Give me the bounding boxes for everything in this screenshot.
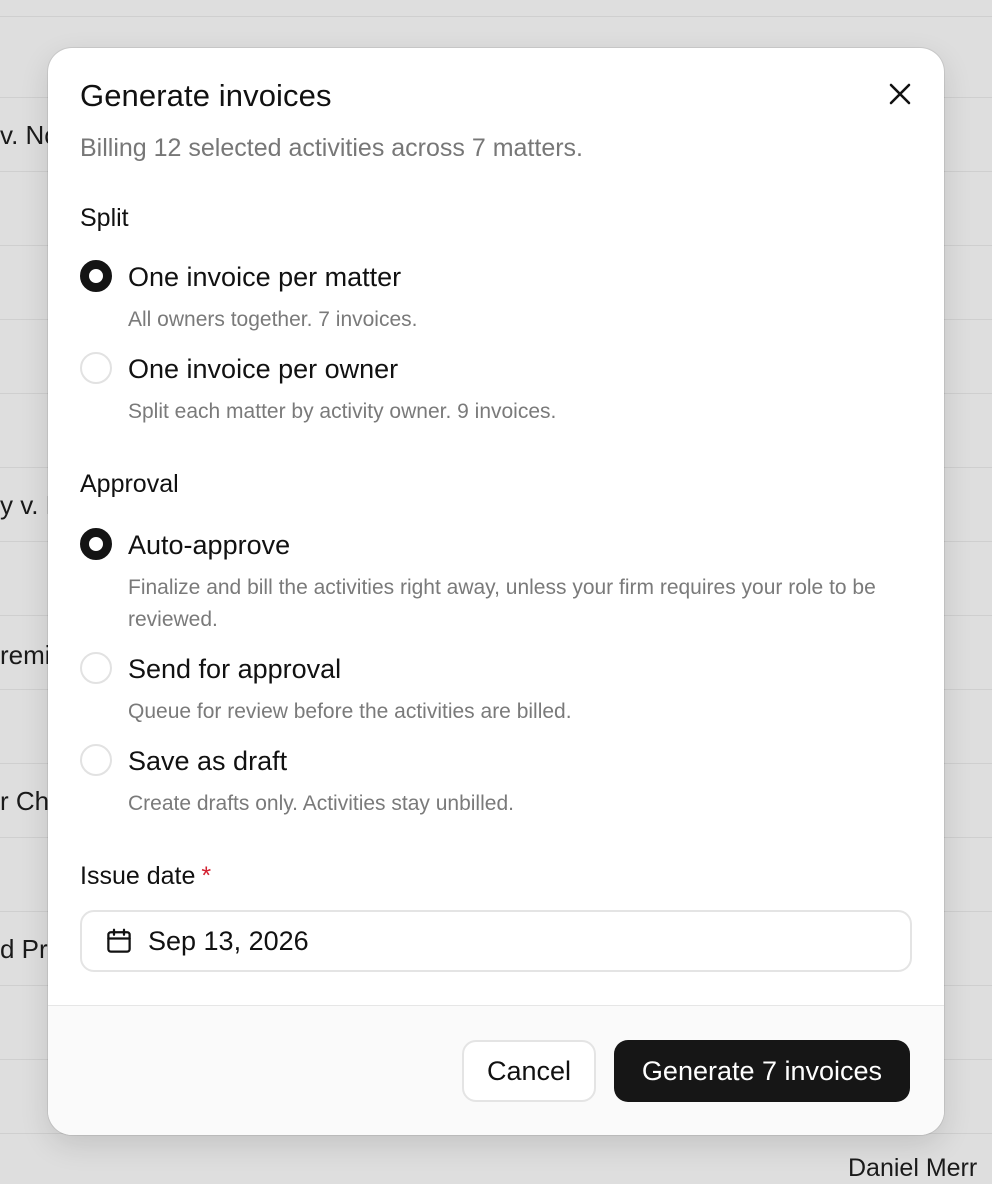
split-section-label: Split [80, 204, 129, 232]
radio-auto-approve[interactable] [80, 528, 112, 560]
option-label: One invoice per matter [128, 262, 402, 292]
calendar-icon [107, 928, 131, 953]
dialog-title: Generate invoices [80, 78, 332, 113]
option-label: Save as draft [128, 746, 288, 776]
approval-option-send-for-approval[interactable]: Send for approval Queue for review befor… [80, 652, 912, 732]
radio-send-for-approval[interactable] [80, 652, 112, 684]
option-label: Auto-approve [128, 530, 291, 560]
generate-invoices-dialog: Generate invoices Billing 12 selected ac… [48, 48, 944, 1135]
background-owner-name: Daniel Merr [848, 1154, 978, 1182]
approval-option-auto-approve[interactable]: Auto-approve Finalize and bill the activ… [80, 528, 912, 640]
split-option-per-owner[interactable]: One invoice per owner Split each matter … [80, 352, 912, 432]
radio-per-owner[interactable] [80, 352, 112, 384]
option-label: One invoice per owner [128, 354, 399, 384]
option-description: Finalize and bill the activities right a… [128, 576, 876, 631]
issue-date-label: Issue date * [80, 862, 211, 891]
issue-date-label-text: Issue date [80, 862, 196, 890]
option-description: All owners together. 7 invoices. [128, 308, 418, 331]
option-description: Queue for review before the activities a… [128, 700, 572, 723]
option-description: Split each matter by activity owner. 9 i… [128, 400, 557, 423]
issue-date-field[interactable]: Sep 13, 2026 [80, 910, 912, 972]
background-row-text: d Pr [0, 934, 48, 964]
option-label: Send for approval [128, 654, 342, 684]
option-description: Create drafts only. Activities stay unbi… [128, 792, 514, 815]
cancel-button[interactable]: Cancel [462, 1040, 596, 1102]
close-icon [889, 83, 911, 105]
approval-option-save-as-draft[interactable]: Save as draft Create drafts only. Activi… [80, 744, 912, 824]
dialog-subtitle: Billing 12 selected activities across 7 … [80, 134, 583, 162]
split-option-per-matter[interactable]: One invoice per matter All owners togeth… [80, 260, 912, 340]
close-button[interactable] [884, 78, 916, 110]
radio-save-as-draft[interactable] [80, 744, 112, 776]
required-marker: * [201, 862, 212, 890]
generate-invoices-button[interactable]: Generate 7 invoices [614, 1040, 910, 1102]
approval-section-label: Approval [80, 470, 179, 498]
background-row-text: r Chi [0, 786, 55, 816]
radio-per-matter[interactable] [80, 260, 112, 292]
issue-date-value: Sep 13, 2026 [148, 925, 309, 956]
dialog-footer: Cancel Generate 7 invoices [48, 1005, 944, 1135]
